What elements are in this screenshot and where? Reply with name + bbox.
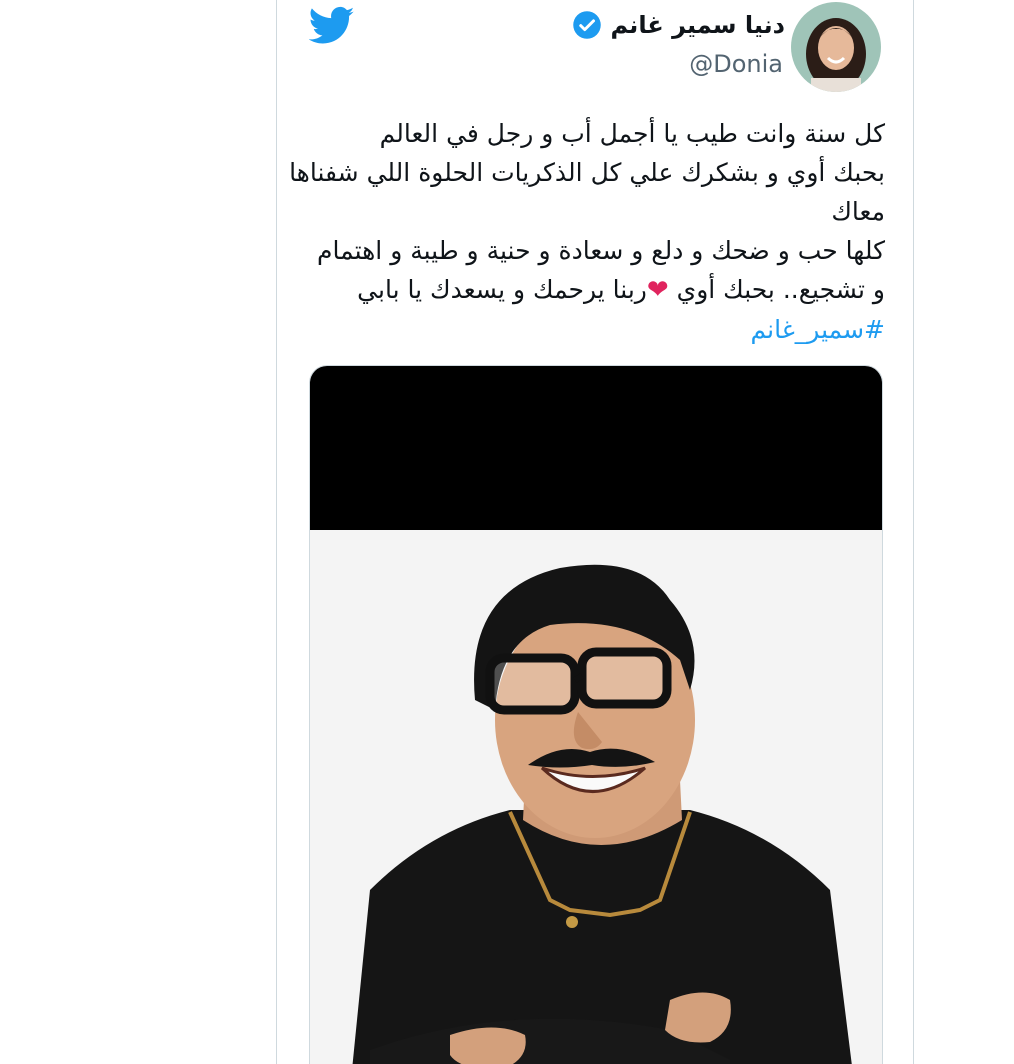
- tweet-line: كلها حب و ضحك و دلع و سعادة و حنية و طيب…: [317, 236, 885, 265]
- author-display-name[interactable]: دنيا سمير غانم: [610, 11, 785, 39]
- author-handle[interactable]: @Donia: [689, 50, 783, 78]
- tweet-line: معاك: [831, 197, 885, 226]
- media-black-band: [310, 366, 882, 530]
- tweet-card: دنيا سمير غانم @Donia كل سنة وانت طيب يا…: [276, 0, 914, 1064]
- tweet-media[interactable]: [309, 365, 883, 1064]
- tweet-line: كل سنة وانت طيب يا أجمل أب و رجل في العا…: [379, 119, 885, 148]
- author-name-row[interactable]: دنيا سمير غانم: [572, 10, 785, 40]
- heart-icon: ❤: [646, 275, 669, 305]
- verified-badge-icon: [573, 11, 602, 39]
- tweet-line: و تشجيع.. بحبك أوي: [676, 275, 885, 304]
- tweet-text: كل سنة وانت طيب يا أجمل أب و رجل في العا…: [289, 114, 885, 349]
- tweet-line: بحبك أوي و بشكرك علي كل الذكريات الحلوة …: [289, 158, 885, 187]
- media-photo: [310, 530, 882, 1064]
- tweet-line: ربنا يرحمك و يسعدك يا بابي: [357, 275, 647, 304]
- hashtag-link[interactable]: #سمير_غانم: [305, 310, 885, 349]
- twitter-bird-icon[interactable]: [309, 6, 355, 46]
- tweet-line-with-emoji: و تشجيع.. بحبك أوي ❤ربنا يرحمك و يسعدك ي…: [305, 270, 885, 310]
- avatar[interactable]: [791, 2, 881, 92]
